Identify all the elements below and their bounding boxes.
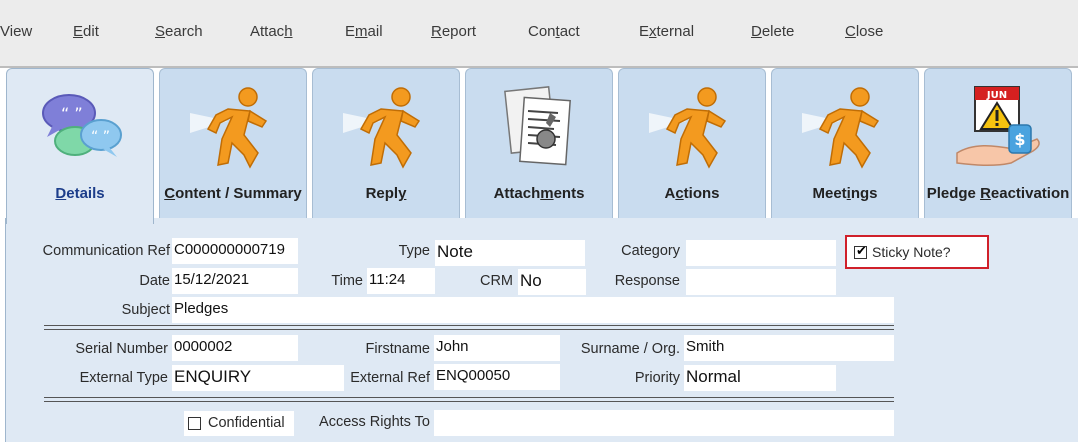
documents-paperclip-icon (504, 86, 571, 166)
tab-content-summary[interactable]: Content / Summary (159, 68, 307, 218)
menu-report[interactable]: Report (431, 23, 476, 40)
crm-field[interactable]: No (518, 269, 586, 295)
firstname-label: Firstname (365, 341, 430, 357)
calendar-warning-hand-icon: JUN $ (956, 86, 1040, 167)
running-man-icon (343, 87, 421, 169)
section-divider (44, 325, 894, 330)
time-field[interactable]: 11:24 (367, 268, 435, 294)
tab-details-label: Details (55, 185, 105, 202)
svg-text:“ ”: “ ” (61, 104, 83, 123)
external-ref-label: External Ref (350, 370, 430, 386)
subject-field[interactable]: Pledges (172, 297, 894, 323)
category-label: Category (621, 243, 680, 259)
tab-actions[interactable]: Actions (618, 68, 766, 218)
tab-attachments[interactable]: Attachments (465, 68, 613, 218)
confidential-checkbox[interactable] (188, 417, 201, 430)
svg-text:JUN: JUN (986, 90, 1007, 101)
category-field[interactable] (686, 240, 836, 266)
comm-ref-field[interactable]: C000000000719 (172, 238, 298, 264)
access-rights-label: Access Rights To (319, 414, 430, 430)
tab-meetings[interactable]: Meetings (771, 68, 919, 218)
external-ref-field[interactable]: ENQ00050 (434, 364, 560, 390)
response-field[interactable] (686, 269, 836, 295)
running-man-icon (802, 87, 880, 169)
priority-field[interactable]: Normal (684, 365, 836, 391)
surname-field[interactable]: Smith (684, 335, 894, 361)
tab-details[interactable]: “ ” “ ” Details (6, 68, 154, 224)
tab-pledge-reactivation[interactable]: JUN $ Pledge Reactivation (924, 68, 1072, 218)
type-field[interactable]: Note (435, 240, 585, 266)
comm-ref-label: Communication Ref (42, 243, 170, 259)
time-label: Time (331, 273, 363, 289)
date-label: Date (139, 273, 170, 289)
checkmark-icon: ✔ (856, 243, 867, 258)
menu-attach[interactable]: Attach (250, 23, 293, 40)
crm-label: CRM (479, 273, 513, 289)
menu-edit[interactable]: Edit (73, 23, 99, 40)
sticky-note-checkbox[interactable]: ✔ (854, 243, 867, 259)
external-type-field[interactable]: ENQUIRY (172, 365, 344, 391)
tab-meetings-label: Meetings (812, 185, 878, 202)
menu-contact[interactable]: Contact (528, 23, 580, 40)
surname-label: Surname / Org. (580, 341, 680, 357)
menu-external[interactable]: External (639, 23, 694, 40)
tab-reply-label: Reply (365, 185, 407, 202)
access-rights-field[interactable] (434, 410, 894, 436)
tab-attachments-label: Attachments (493, 185, 585, 202)
svg-text:$: $ (1014, 130, 1025, 149)
tab-reply[interactable]: Reply (312, 68, 460, 218)
type-label: Type (398, 243, 430, 259)
date-field[interactable]: 15/12/2021 (172, 268, 298, 294)
tab-content-summary-label: Content / Summary (164, 185, 302, 202)
menu-bar: View Edit Search Attach Email Report Con… (0, 0, 1078, 68)
menu-view[interactable]: View (0, 23, 32, 40)
tab-actions-label: Actions (664, 185, 720, 202)
serial-number-field[interactable]: 0000002 (172, 335, 298, 361)
response-label: Response (614, 273, 680, 289)
subject-label: Subject (121, 302, 170, 318)
firstname-field[interactable]: John (434, 335, 560, 361)
speech-bubbles-icon: “ ” “ ” (42, 94, 122, 157)
menu-email[interactable]: Email (345, 23, 383, 40)
menu-search[interactable]: Search (155, 23, 203, 40)
svg-text:“ ”: “ ” (91, 129, 110, 145)
running-man-icon (649, 87, 727, 169)
running-man-icon (190, 87, 268, 169)
confidential-label: Confidential (208, 415, 285, 431)
sticky-note-label: Sticky Note? (872, 244, 951, 260)
section-divider (44, 397, 894, 402)
tab-pledge-reactivation-label: Pledge Reactivation (926, 185, 1070, 202)
menu-close[interactable]: Close (845, 23, 883, 40)
serial-number-label: Serial Number (75, 341, 168, 357)
external-type-label: External Type (79, 370, 168, 386)
tab-strip: “ ” “ ” Details Content / Summary Reply (0, 68, 1078, 224)
menu-delete[interactable]: Delete (751, 23, 794, 40)
priority-label: Priority (634, 370, 680, 386)
